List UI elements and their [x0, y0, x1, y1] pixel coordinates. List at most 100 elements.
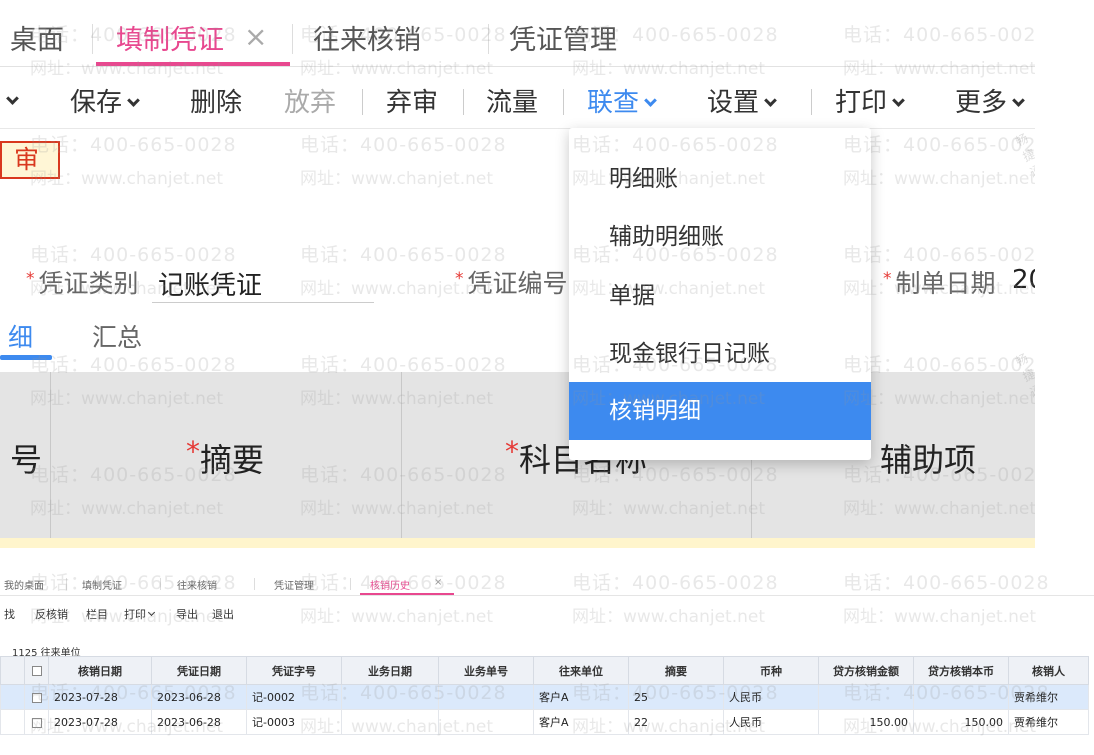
more-button[interactable]: 更多 — [955, 82, 1025, 119]
grid-column-divider — [401, 372, 402, 548]
table-row[interactable]: 2023-07-28 2023-06-28 记-0003 客户A 22 人民币 … — [0, 709, 1089, 735]
row-checkbox[interactable] — [24, 709, 49, 735]
tab-reconciliation[interactable]: 往来核销 — [313, 18, 421, 57]
tab-desktop[interactable]: 桌面 — [10, 18, 64, 57]
column-header[interactable]: 摘要 — [628, 656, 724, 685]
chevron-down-icon — [147, 608, 156, 617]
column-header-auxiliary: 辅助项 — [880, 441, 977, 479]
columns-button[interactable]: 栏目 — [86, 606, 108, 622]
column-header-summary-text: 摘要 — [200, 441, 265, 479]
tab-my-desktop[interactable]: 我的桌面 — [4, 577, 44, 592]
cash-flow-button[interactable]: 流量 — [486, 82, 538, 119]
voucher-entry-panel: 桌面 填制凭证 × 往来核销 凭证管理 保存 删除 放弃 弃审 流量 联查 设置… — [0, 0, 1035, 548]
tab-voucher-entry[interactable]: 填制凭证 — [82, 577, 122, 592]
cell-verify-date: 2023-07-28 — [48, 684, 152, 710]
row-number-cell — [0, 684, 25, 710]
cell-currency: 人民币 — [723, 684, 819, 710]
tab-detail[interactable]: 细 — [8, 318, 33, 354]
cell-voucher-no[interactable]: 记-0002 — [246, 684, 342, 710]
cell-business-date — [341, 709, 439, 735]
settings-label: 设置 — [707, 88, 760, 118]
tab-divider — [254, 578, 255, 590]
column-header-no: 号 — [10, 441, 43, 479]
tab-voucher-entry[interactable]: 填制凭证 — [116, 18, 224, 57]
tab-summary[interactable]: 汇总 — [92, 318, 142, 354]
audit-status-badge: 审 — [0, 141, 60, 179]
exit-button[interactable]: 退出 — [212, 606, 234, 622]
toolbar-divider — [811, 89, 812, 115]
delete-button[interactable]: 删除 — [190, 82, 242, 119]
cell-business-no — [438, 709, 534, 735]
export-button[interactable]: 导出 — [176, 606, 198, 622]
column-header[interactable]: 贷方核销金额 — [818, 656, 914, 685]
column-header[interactable]: 核销人 — [1008, 656, 1089, 685]
verification-history-panel: 我的桌面 填制凭证 往来核销 凭证管理 核销历史 × 找 反核销 栏目 打印 导… — [0, 568, 1094, 755]
column-header[interactable]: 业务日期 — [341, 656, 439, 685]
tab-divider — [160, 578, 161, 590]
close-icon[interactable]: × — [244, 20, 267, 53]
screenshot-stage: 桌面 填制凭证 × 往来核销 凭证管理 保存 删除 放弃 弃审 流量 联查 设置… — [0, 0, 1094, 755]
cell-summary: 22 — [628, 709, 724, 735]
chevron-down-icon — [892, 94, 905, 107]
settings-button[interactable]: 设置 — [707, 82, 777, 119]
discard-button[interactable]: 放弃 — [284, 82, 336, 119]
column-header[interactable]: 币种 — [723, 656, 819, 685]
cell-verifier: 贾希维尔 — [1008, 684, 1089, 710]
tab-verification-history[interactable]: 核销历史 — [370, 577, 410, 592]
cell-party: 客户A — [533, 709, 629, 735]
linked-query-button[interactable]: 联查 — [587, 82, 657, 119]
column-header[interactable]: 往来单位 — [533, 656, 629, 685]
voucher-toolbar: 保存 删除 放弃 弃审 流量 联查 设置 打印 更多 — [0, 67, 1035, 129]
cell-voucher-date: 2023-06-28 — [151, 684, 247, 710]
voucher-date-field[interactable]: 20 — [1012, 265, 1035, 295]
column-header[interactable]: 凭证日期 — [151, 656, 247, 685]
menu-item-aux-detail-ledger[interactable]: 辅助明细账 — [569, 208, 871, 266]
reverse-verification-button[interactable]: 反核销 — [35, 606, 68, 622]
column-header[interactable]: 核销日期 — [48, 656, 152, 685]
close-icon[interactable]: × — [434, 577, 442, 588]
column-header[interactable]: 贷方核销本币 — [913, 656, 1009, 685]
table-row[interactable]: 2023-07-28 2023-06-28 记-0002 客户A 25 人民币 … — [0, 684, 1089, 710]
watermark: 电话：400-665-0028 网址：www.chanjet.net — [843, 134, 1035, 189]
active-tab-indicator — [360, 593, 454, 595]
cell-voucher-date: 2023-06-28 — [151, 709, 247, 735]
print-button[interactable]: 打印 — [835, 82, 905, 119]
cell-credit-amount — [818, 684, 914, 710]
tab-divider — [92, 24, 93, 54]
voucher-date-label-text: 制单日期 — [895, 269, 996, 298]
column-header[interactable]: 业务单号 — [438, 656, 534, 685]
menu-item-detail-ledger[interactable]: 明细账 — [569, 150, 871, 208]
cell-credit-amount: 150.00 — [818, 709, 914, 735]
menu-item-verification-detail[interactable]: 核销明细 — [569, 382, 871, 440]
row-checkbox[interactable] — [24, 684, 49, 710]
select-all-checkbox[interactable] — [24, 656, 49, 685]
print-button[interactable]: 打印 — [124, 606, 156, 622]
cell-voucher-no[interactable]: 记-0003 — [246, 709, 342, 735]
voucher-number-label-text: 凭证编号 — [467, 269, 568, 298]
print-label: 打印 — [835, 88, 888, 118]
save-button[interactable]: 保存 — [70, 82, 140, 119]
toolbar-divider — [463, 89, 464, 115]
voucher-type-underline — [152, 302, 374, 303]
history-tab-bar: 我的桌面 填制凭证 往来核销 凭证管理 核销历史 × — [0, 568, 1094, 596]
row-number-cell — [0, 709, 25, 735]
chevron-down-icon[interactable] — [6, 86, 19, 116]
menu-item-cash-bank-journal[interactable]: 现金银行日记账 — [569, 325, 871, 383]
tab-voucher-management[interactable]: 凭证管理 — [274, 577, 314, 592]
column-header[interactable]: 凭证字号 — [246, 656, 342, 685]
tab-voucher-management[interactable]: 凭证管理 — [509, 18, 617, 57]
active-tab-indicator — [96, 62, 290, 66]
tab-divider — [292, 24, 293, 54]
watermark: 电话：400-665-0028 网址：www.chanjet.net — [30, 134, 237, 189]
menu-item-documents[interactable]: 单据 — [569, 267, 871, 325]
tab-reconciliation[interactable]: 往来核销 — [177, 577, 217, 592]
active-subtab-indicator — [0, 355, 52, 360]
unaudit-button[interactable]: 弃审 — [386, 82, 438, 119]
voucher-date-label: * 制单日期 — [883, 269, 996, 298]
tab-divider — [488, 24, 489, 54]
watermark-stamp: 畅捷通社区 — [1013, 131, 1035, 180]
cell-party: 客户A — [533, 684, 629, 710]
find-button[interactable]: 找 — [4, 606, 15, 622]
linked-query-label: 联查 — [587, 88, 640, 118]
voucher-type-field[interactable]: 记账凭证 — [158, 265, 262, 302]
